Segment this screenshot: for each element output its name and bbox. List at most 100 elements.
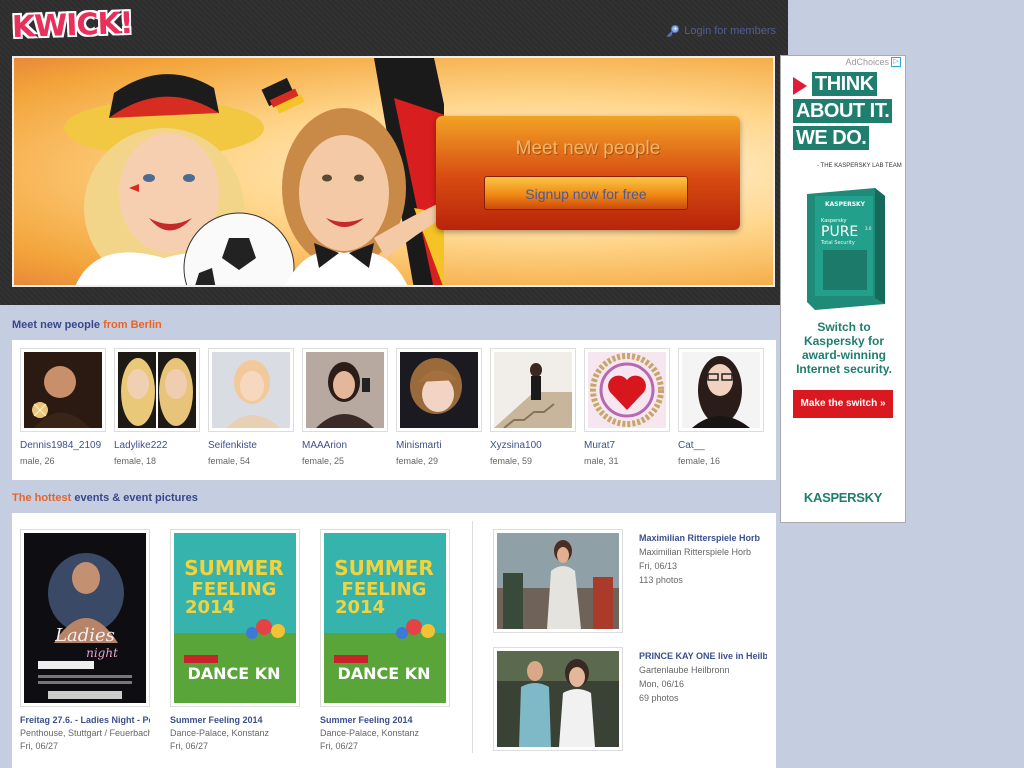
member-name[interactable]: MAAArion: [302, 440, 390, 451]
member-card[interactable]: Dennis1984_2109 male, 26: [20, 348, 108, 466]
event-title[interactable]: Summer Feeling 2014: [170, 715, 300, 725]
svg-text:2014: 2014: [185, 597, 235, 618]
member-card[interactable]: Murat7 male, 31: [584, 348, 672, 466]
svg-text:night: night: [86, 646, 118, 660]
kwick-logo[interactable]: KWICK!: [11, 6, 133, 45]
album-item[interactable]: PRINCE KAY ONE live in Heilbr Gartenlaub…: [493, 647, 767, 751]
member-name[interactable]: Minismarti: [396, 440, 484, 451]
member-photo[interactable]: [208, 348, 294, 432]
member-card[interactable]: Ladylike222 female, 18: [114, 348, 202, 466]
box-brand: KASPERSKY: [825, 201, 866, 208]
adchoices-label: AdChoices: [845, 57, 889, 67]
member-photo[interactable]: [20, 348, 106, 432]
album-venue: Gartenlaube Heilbronn: [639, 665, 730, 675]
member-card[interactable]: Xyzsina100 female, 59: [490, 348, 578, 466]
album-date: Mon, 06/16: [639, 679, 685, 689]
member-name[interactable]: Seifenkiste: [208, 440, 296, 451]
member-name[interactable]: Murat7: [584, 440, 672, 451]
signup-button[interactable]: Signup now for free: [484, 176, 688, 210]
signup-box: Meet new people Signup now for free: [436, 116, 740, 230]
album-title[interactable]: Maximilian Ritterspiele Horb: [639, 533, 767, 543]
members-section-title: Meet new people from Berlin: [12, 319, 162, 331]
events-section-title: The hottest events & event pictures: [12, 492, 198, 504]
ad-team-credit: - THE KASPERSKY LAB TEAM: [817, 163, 902, 169]
album-venue: Maximilian Ritterspiele Horb: [639, 547, 752, 557]
key-icon: [667, 25, 680, 38]
events-divider: [472, 521, 473, 753]
box-version: 3.0: [865, 226, 872, 231]
events-panel: Ladies night Freitag 27.6. - Ladies Night…: [12, 513, 776, 768]
album-photo[interactable]: [493, 647, 623, 751]
ad-line-1: THINK: [812, 72, 877, 96]
member-name[interactable]: Cat__: [678, 440, 766, 451]
svg-text:SUMMER: SUMMER: [334, 556, 434, 580]
member-meta: male, 26: [20, 456, 55, 466]
box-subtitle: Total Security: [820, 240, 855, 246]
event-title[interactable]: Freitag 27.6. - Ladies Night - Pe: [20, 715, 150, 725]
ad-headline: THINK ABOUT IT. WE DO.: [793, 72, 903, 153]
adchoices-link[interactable]: AdChoices ▷: [845, 57, 901, 67]
hero-headline: Meet new people: [515, 138, 661, 159]
member-photo[interactable]: [114, 348, 200, 432]
album-photo-count: 69 photos: [639, 693, 679, 703]
make-the-switch-button[interactable]: Make the switch »: [793, 390, 893, 418]
member-card[interactable]: Seifenkiste female, 54: [208, 348, 296, 466]
member-meta: female, 29: [396, 456, 439, 466]
album-title[interactable]: PRINCE KAY ONE live in Heilbr: [639, 651, 767, 661]
event-card[interactable]: SUMMER FEELING 2014 DANCE KN Summer Feeling…: [320, 529, 450, 751]
member-card[interactable]: MAAArion female, 25: [302, 348, 390, 466]
event-card[interactable]: SUMMER FEELING 2014 DANCE KN Summer Feeling…: [170, 529, 300, 751]
event-poster[interactable]: Ladies night: [20, 529, 150, 707]
event-poster[interactable]: SUMMER FEELING 2014 DANCE KN: [170, 529, 300, 707]
member-photo[interactable]: [490, 348, 576, 432]
event-venue: Dance-Palace, Konstanz: [320, 728, 420, 738]
hero-banner: Meet new people Signup now for free: [12, 56, 775, 287]
member-name[interactable]: Ladylike222: [114, 440, 202, 451]
member-card[interactable]: Minismarti female, 29: [396, 348, 484, 466]
events-title-highlight: The hottest: [12, 492, 72, 504]
header-area: KWICK! Login for members Meet new people…: [0, 0, 788, 305]
play-triangle-icon: [793, 76, 807, 95]
member-meta: female, 59: [490, 456, 533, 466]
album-date: Fri, 06/13: [639, 561, 678, 571]
album-info: PRINCE KAY ONE live in Heilbr Gartenlaub…: [639, 651, 767, 703]
ad-copy: Switch to Kaspersky for award-winning In…: [796, 320, 892, 376]
event-venue: Penthouse, Stuttgart / Feuerbach: [20, 728, 150, 738]
member-photo[interactable]: [396, 348, 482, 432]
event-venue: Dance-Palace, Konstanz: [170, 728, 270, 738]
album-photo[interactable]: [493, 529, 623, 633]
member-name[interactable]: Dennis1984_2109: [20, 440, 108, 451]
ad-line-2: ABOUT IT.: [793, 99, 893, 123]
event-date: Fri, 06/27: [320, 741, 359, 751]
hero-photo: [64, 58, 444, 285]
kaspersky-ad[interactable]: AdChoices ▷ THINK ABOUT IT. WE DO. - THE…: [780, 55, 906, 523]
login-label: Login for members: [684, 25, 776, 37]
member-photo[interactable]: [302, 348, 388, 432]
member-photo[interactable]: [678, 348, 764, 432]
members-title-location[interactable]: from Berlin: [103, 319, 162, 331]
album-info: Maximilian Ritterspiele Horb Maximilian …: [639, 533, 767, 585]
member-meta: female, 54: [208, 456, 251, 466]
event-date: Fri, 06/27: [170, 741, 209, 751]
events-title-rest: events & event pictures: [74, 492, 198, 504]
member-photo[interactable]: [584, 348, 670, 432]
svg-text:2014: 2014: [335, 597, 385, 618]
album-item[interactable]: Maximilian Ritterspiele Horb Maximilian …: [493, 529, 763, 633]
box-product: PURE: [821, 224, 858, 240]
album-photo-count: 113 photos: [639, 575, 683, 585]
adchoices-icon: ▷: [891, 57, 901, 67]
event-poster[interactable]: SUMMER FEELING 2014 DANCE KN: [320, 529, 450, 707]
kaspersky-logo: KASPERSKY: [803, 490, 883, 505]
member-meta: female, 16: [678, 456, 721, 466]
member-card[interactable]: Cat__ female, 16: [678, 348, 766, 466]
event-title[interactable]: Summer Feeling 2014: [320, 715, 450, 725]
svg-text:DANCE KN: DANCE KN: [337, 664, 430, 683]
svg-text:SUMMER: SUMMER: [184, 556, 284, 580]
members-title-prefix: Meet new people: [12, 319, 101, 331]
svg-text:DANCE KN: DANCE KN: [187, 664, 280, 683]
event-date: Fri, 06/27: [20, 741, 59, 751]
member-name[interactable]: Xyzsina100: [490, 440, 578, 451]
event-card[interactable]: Ladies night Freitag 27.6. - Ladies Night…: [20, 529, 150, 751]
ad-line-3: WE DO.: [793, 126, 870, 150]
login-link[interactable]: Login for members: [666, 24, 776, 38]
